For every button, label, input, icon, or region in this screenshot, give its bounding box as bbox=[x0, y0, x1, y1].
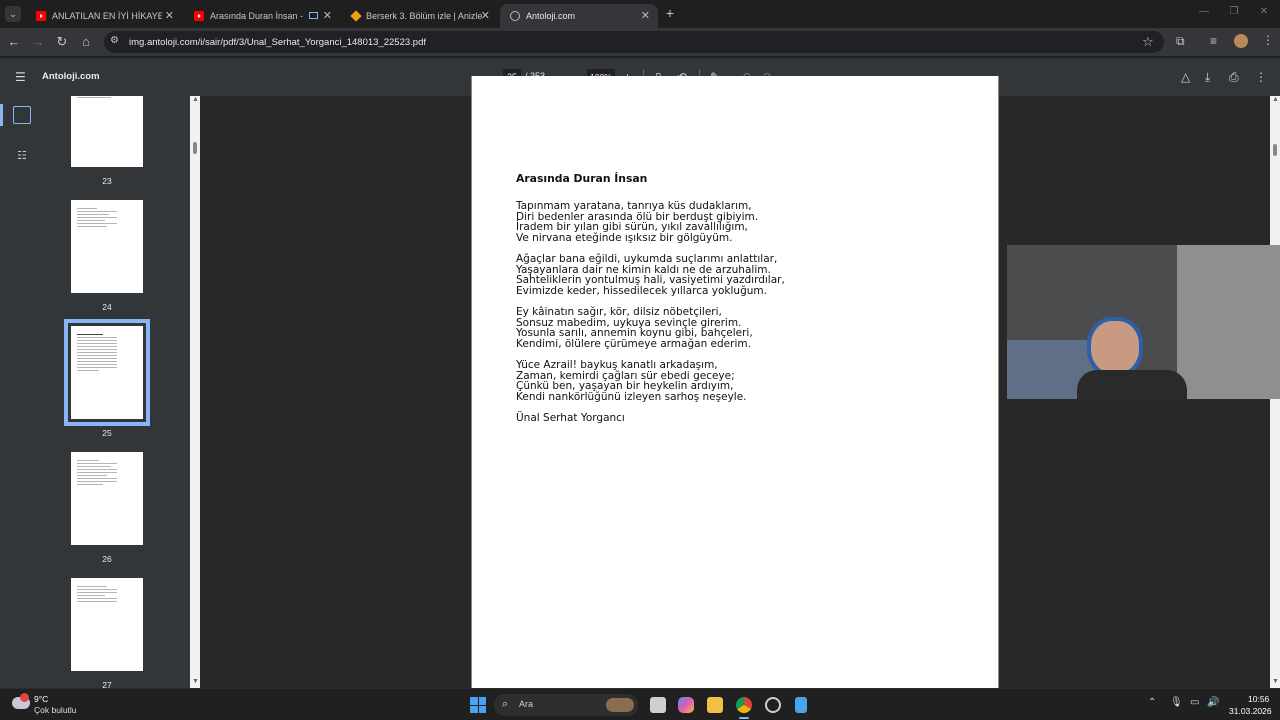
webcam-person-head bbox=[1087, 317, 1143, 377]
thumbnail-label: 27 bbox=[102, 680, 112, 688]
close-tab-icon[interactable]: ✕ bbox=[323, 9, 332, 22]
poem-line: Ağaçlar bana eğildi, uykumda suçlarımı a… bbox=[516, 253, 778, 265]
screen-share-icon bbox=[309, 12, 318, 19]
poem-line: Evimizde keder, hissedilecek yıllarca yo… bbox=[516, 284, 767, 297]
app-icon[interactable] bbox=[765, 697, 781, 713]
reload-icon[interactable]: ↻ bbox=[54, 34, 70, 50]
thumbnail-page-27[interactable] bbox=[71, 578, 143, 671]
search-icon: ⌕ bbox=[502, 698, 509, 710]
close-tab-icon[interactable]: ✕ bbox=[165, 9, 174, 22]
menu-kebab-icon[interactable]: ⋮ bbox=[1262, 33, 1274, 47]
scroll-thumb[interactable] bbox=[193, 142, 197, 154]
clock-time[interactable]: 10:56 bbox=[1248, 694, 1269, 704]
close-tab-icon[interactable]: ✕ bbox=[641, 9, 650, 22]
thumbnail-label: 23 bbox=[102, 176, 112, 186]
tab-3[interactable]: Berserk 3. Bölüm izle | Anizle ✕ bbox=[342, 4, 498, 28]
thumbnail-page-24[interactable] bbox=[71, 200, 143, 293]
print-icon[interactable]: ⎙ bbox=[1229, 70, 1239, 84]
pdf-side-rail: ☷ bbox=[0, 96, 44, 688]
taskbar-search[interactable]: ⌕ Ara bbox=[494, 694, 638, 716]
thumbnail-view-icon[interactable] bbox=[13, 106, 31, 124]
active-indicator bbox=[0, 104, 3, 126]
poem-author: Ünal Serhat Yorgancı bbox=[516, 412, 625, 424]
url-text[interactable]: img.antoloji.com/i/sair/pdf/3/Unal_Serha… bbox=[129, 37, 426, 48]
more-options-icon[interactable]: ⋮ bbox=[1255, 70, 1267, 84]
webcam-overlay bbox=[1007, 245, 1280, 399]
poem-line: Yüce Azrail! baykuş kanatlı arkadaşım, bbox=[516, 359, 718, 371]
site-info-icon[interactable]: ⚙ bbox=[110, 35, 119, 46]
tab-title: Arasında Duran İnsan - You bbox=[210, 11, 306, 21]
tab-1[interactable]: ANLATILAN EN İYİ HİKAYELERDE ✕ bbox=[26, 4, 182, 28]
maximize-icon[interactable]: ❐ bbox=[1226, 4, 1242, 20]
bookmark-star-icon[interactable]: ☆ bbox=[1142, 34, 1154, 50]
notification-badge bbox=[20, 693, 29, 702]
poem-line: Kendi nankörlüğünü izleyen sarhoş neşeyl… bbox=[516, 390, 747, 403]
outline-view-icon[interactable]: ☷ bbox=[17, 149, 27, 162]
home-icon[interactable]: ⌂ bbox=[78, 34, 94, 50]
thumbnail-page-23[interactable] bbox=[71, 96, 143, 167]
scroll-up-icon[interactable]: ▲ bbox=[1272, 96, 1279, 103]
tab-title: ANLATILAN EN İYİ HİKAYELERDE bbox=[52, 11, 162, 21]
active-app-indicator bbox=[739, 717, 749, 719]
weather-desc[interactable]: Çok bulutlu bbox=[34, 705, 77, 715]
close-window-icon[interactable]: ✕ bbox=[1256, 4, 1272, 20]
youtube-icon bbox=[194, 11, 204, 21]
forward-icon[interactable]: → bbox=[30, 34, 46, 50]
clock-date[interactable]: 31.03.2026 bbox=[1229, 706, 1272, 716]
globe-icon bbox=[510, 11, 520, 21]
weather-temp[interactable]: 9°C bbox=[34, 694, 48, 704]
scroll-down-icon[interactable]: ▼ bbox=[192, 678, 199, 685]
poem-line: Ve nirvana eteğinde ışıksız bir gölgüyüm… bbox=[516, 231, 733, 244]
thumbnail-panel: 23 24 25 26 27 bbox=[44, 96, 190, 688]
scroll-up-icon[interactable]: ▲ bbox=[192, 96, 199, 103]
start-button[interactable] bbox=[470, 697, 486, 713]
scroll-down-icon[interactable]: ▼ bbox=[1272, 678, 1279, 685]
sidebar-menu-icon[interactable]: ☰ bbox=[15, 70, 26, 84]
search-placeholder: Ara bbox=[519, 699, 534, 709]
tab-title: Berserk 3. Bölüm izle | Anizle bbox=[366, 11, 483, 21]
notepad-icon[interactable] bbox=[795, 697, 807, 713]
download-icon[interactable]: ⤓ bbox=[1205, 70, 1210, 84]
poem-line: Kendimi, ölülere çürümeye armağan ederim… bbox=[516, 337, 751, 350]
show-hidden-icons[interactable]: ⌃ bbox=[1148, 697, 1156, 708]
extensions-icon[interactable]: ⧉ bbox=[1176, 34, 1185, 49]
thumbnail-page-25[interactable] bbox=[64, 319, 150, 426]
file-explorer-icon[interactable] bbox=[707, 697, 723, 713]
pdf-doc-title: Antoloji.com bbox=[42, 71, 100, 82]
network-icon[interactable]: ▭ bbox=[1190, 697, 1199, 708]
tab-2[interactable]: Arasında Duran İnsan - You ✕ bbox=[184, 4, 340, 28]
microphone-icon[interactable]: 🎙 bbox=[1170, 697, 1183, 708]
close-tab-icon[interactable]: ✕ bbox=[481, 9, 490, 22]
tab-strip: ⌄ ANLATILAN EN İYİ HİKAYELERDE ✕ Arasınd… bbox=[0, 0, 1280, 28]
thumbnail-label: 24 bbox=[102, 302, 112, 312]
task-view-icon[interactable] bbox=[650, 697, 666, 713]
anizle-icon bbox=[350, 10, 362, 22]
search-highlight-icon bbox=[606, 698, 634, 712]
tab-search-icon[interactable]: ⌄ bbox=[5, 6, 21, 22]
poem-line: Ey kâinatın sağır, kör, dilsiz nöbetçile… bbox=[516, 306, 722, 318]
thumbnail-page-26[interactable] bbox=[71, 452, 143, 545]
thumbnail-scrollbar[interactable]: ▲ ▼ bbox=[190, 96, 200, 688]
webcam-person-body bbox=[1077, 370, 1187, 399]
thumbnail-label: 25 bbox=[102, 428, 112, 438]
drive-icon[interactable]: △ bbox=[1181, 70, 1190, 84]
minimize-icon[interactable]: — bbox=[1196, 4, 1212, 20]
profile-avatar[interactable] bbox=[1234, 34, 1248, 48]
new-tab-icon[interactable]: + bbox=[662, 5, 678, 21]
youtube-icon bbox=[36, 11, 46, 21]
scroll-thumb[interactable] bbox=[1273, 144, 1277, 156]
windows-taskbar: 9°C Çok bulutlu ⌕ Ara ⌃ 🎙 ▭ 🔊 10:56 31.0… bbox=[0, 688, 1280, 720]
copilot-icon[interactable] bbox=[678, 697, 694, 713]
poem-line: Tapınmam yaratana, tanrıya küs dudakları… bbox=[516, 200, 752, 212]
webcam-wardrobe bbox=[1177, 245, 1280, 399]
back-icon[interactable]: ← bbox=[6, 34, 22, 50]
thumbnail-label: 26 bbox=[102, 554, 112, 564]
tab-title: Antoloji.com bbox=[526, 11, 576, 21]
tab-4-active[interactable]: Antoloji.com ✕ bbox=[500, 4, 658, 28]
poem-title: Arasında Duran İnsan bbox=[516, 172, 648, 185]
volume-icon[interactable]: 🔊 bbox=[1207, 697, 1219, 708]
reading-list-icon[interactable]: ≡ bbox=[1210, 34, 1217, 48]
chrome-icon[interactable] bbox=[736, 697, 752, 713]
